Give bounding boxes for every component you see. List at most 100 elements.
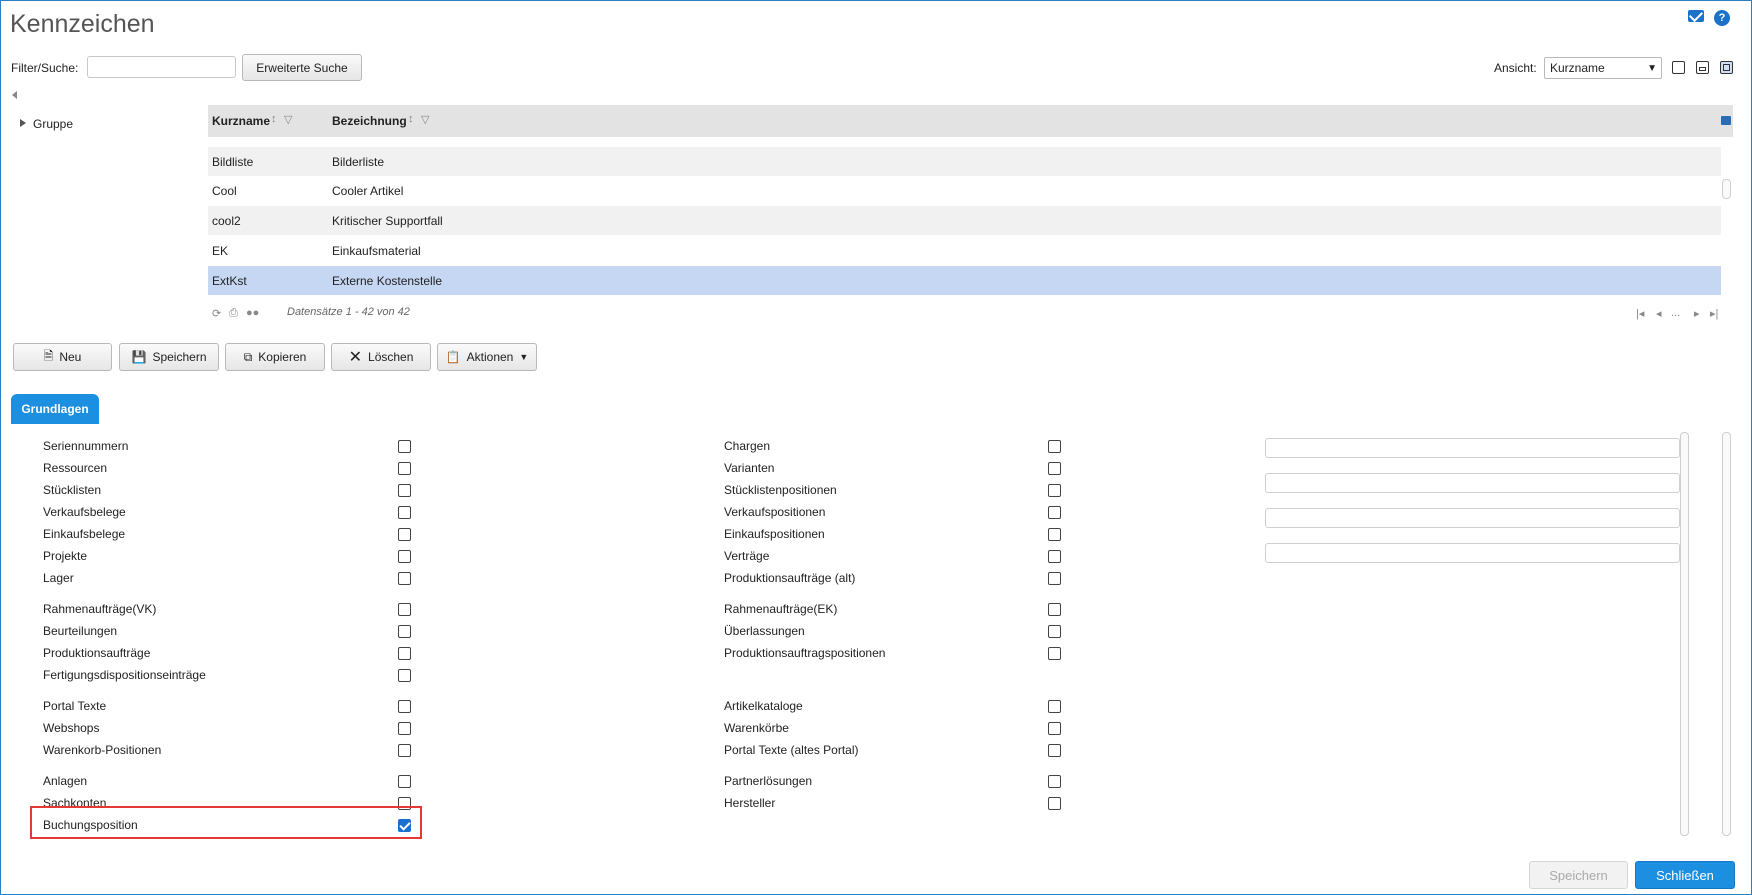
flag-checkbox[interactable] [1048, 625, 1061, 638]
flag-checkbox[interactable] [398, 440, 411, 453]
flag-checkbox[interactable] [398, 603, 411, 616]
flag-label: Produktionsauftragspositionen [724, 646, 886, 660]
flag-checkbox[interactable] [398, 775, 411, 788]
mail-icon[interactable] [1688, 10, 1704, 22]
help-icon[interactable]: ? [1714, 10, 1730, 26]
column-header-bezeichnung[interactable]: Bezeichnung [332, 114, 407, 128]
flag-checkbox[interactable] [398, 722, 411, 735]
filter-icon[interactable]: ▽ [421, 113, 429, 126]
form-scrollbar-inner[interactable] [1680, 432, 1689, 836]
flag-checkbox[interactable] [398, 700, 411, 713]
flag-label: Artikelkataloge [724, 699, 803, 713]
flag-checkbox[interactable] [1048, 550, 1061, 563]
flag-checkbox[interactable] [1048, 462, 1061, 475]
flag-checkbox[interactable] [1048, 484, 1061, 497]
cell-bezeichnung: Cooler Artikel [332, 184, 404, 198]
new-button[interactable]: 🗎 Neu [13, 343, 112, 371]
flag-checkbox[interactable] [398, 572, 411, 585]
view-select[interactable]: Kurzname ▼ [1544, 57, 1662, 79]
flag-label: Hersteller [724, 796, 776, 810]
flag-checkbox[interactable] [1048, 775, 1061, 788]
caret-down-icon: ▼ [519, 352, 529, 362]
flag-checkbox[interactable] [1048, 722, 1061, 735]
flag-label: Portal Texte (altes Portal) [724, 743, 859, 757]
flag-checkbox[interactable] [398, 550, 411, 563]
first-page-icon[interactable]: |◂ [1636, 307, 1644, 320]
save-toolbar-button[interactable]: 💾 Speichern [119, 343, 219, 371]
flag-checkbox[interactable] [1048, 506, 1061, 519]
flag-checkbox[interactable] [1048, 572, 1061, 585]
next-page-icon[interactable]: ▸ [1694, 307, 1700, 320]
flag-checkbox[interactable] [398, 625, 411, 638]
view-single-icon[interactable] [1672, 61, 1685, 74]
text-field-4[interactable] [1265, 543, 1680, 563]
flag-checkbox[interactable] [398, 669, 411, 682]
flag-checkbox[interactable] [398, 744, 411, 757]
page-ellipsis: ... [1671, 307, 1681, 319]
flag-label: Beurteilungen [43, 624, 118, 638]
cell-kurzname: Cool [212, 184, 237, 198]
flag-label: Rahmenaufträge(VK) [43, 602, 157, 616]
flag-checkbox[interactable] [1048, 647, 1061, 660]
table-row-selected[interactable]: ExtKst Externe Kostenstelle [208, 266, 1721, 295]
new-label: Neu [59, 350, 82, 364]
grid-scrollbar[interactable] [1722, 179, 1731, 199]
flag-checkbox[interactable] [1048, 440, 1061, 453]
copy-button[interactable]: ⧉ Kopieren [225, 343, 325, 371]
record-count: Datensätze 1 - 42 von 42 [287, 306, 410, 318]
text-field-1[interactable] [1265, 438, 1680, 458]
column-header-kurzname[interactable]: Kurzname [212, 114, 270, 128]
form-scrollbar[interactable] [1722, 432, 1731, 836]
export-icon[interactable]: ●● [246, 307, 259, 319]
refresh-icon[interactable]: ⟳ [212, 307, 221, 320]
flag-label: Überlassungen [724, 624, 805, 638]
copy-label: Kopieren [258, 350, 307, 364]
flag-label: Ressourcen [43, 461, 108, 475]
view-full-icon[interactable] [1720, 61, 1733, 74]
text-field-3[interactable] [1265, 508, 1680, 528]
flag-label: Webshops [43, 721, 100, 735]
print-icon[interactable]: ⎙ [229, 307, 238, 320]
save-button[interactable]: Speichern [1529, 861, 1628, 889]
flag-checkbox[interactable] [1048, 603, 1061, 616]
filter-icon[interactable]: ▽ [284, 113, 292, 126]
close-button[interactable]: Schließen [1635, 861, 1735, 889]
cell-kurzname: EK [212, 244, 229, 258]
tab-grundlagen[interactable]: Grundlagen [11, 394, 99, 424]
table-row[interactable]: cool2 Kritischer Supportfall [208, 206, 1721, 235]
column-chooser-icon[interactable] [1721, 116, 1731, 125]
flag-label: Warenkörbe [724, 721, 789, 735]
tree-item-gruppe[interactable]: Gruppe [33, 117, 73, 131]
delete-button[interactable]: ✕ Löschen [331, 343, 431, 371]
flag-checkbox[interactable] [1048, 797, 1061, 810]
filter-search-input[interactable] [87, 56, 236, 78]
table-row[interactable]: Bildliste Bilderliste [208, 147, 1721, 176]
close-icon: ✕ [348, 349, 363, 366]
actions-button[interactable]: 📋 Aktionen ▼ [437, 343, 537, 371]
flag-checkbox[interactable] [1048, 700, 1061, 713]
flag-checkbox[interactable] [398, 462, 411, 475]
last-page-icon[interactable]: ▸| [1710, 307, 1718, 320]
tree-expand-icon[interactable] [20, 119, 26, 127]
advanced-search-button[interactable]: Erweiterte Suche [242, 54, 362, 81]
table-row[interactable]: Cool Cooler Artikel [208, 176, 1721, 205]
view-split-icon[interactable] [1696, 61, 1709, 74]
view-select-value: Kurzname [1550, 61, 1605, 75]
text-field-2[interactable] [1265, 473, 1680, 493]
flag-checkbox[interactable] [398, 528, 411, 541]
sort-icon[interactable]: ↕ [408, 113, 414, 125]
sort-icon[interactable]: ↕ [271, 113, 277, 125]
flag-label: Seriennummern [43, 439, 129, 453]
flag-checkbox[interactable] [398, 647, 411, 660]
prev-page-icon[interactable]: ◂ [1656, 307, 1662, 320]
flag-checkbox[interactable] [1048, 528, 1061, 541]
flag-checkbox[interactable] [398, 506, 411, 519]
flag-label: Verkaufspositionen [724, 505, 826, 519]
table-row[interactable]: EK Einkaufsmaterial [208, 236, 1721, 265]
flag-checkbox[interactable] [398, 484, 411, 497]
flag-label: Einkaufsbelege [43, 527, 126, 541]
collapse-panel-icon[interactable] [12, 91, 17, 99]
flag-label: Produktionsaufträge (alt) [724, 571, 856, 585]
flag-checkbox[interactable] [1048, 744, 1061, 757]
highlight-box [30, 806, 422, 839]
